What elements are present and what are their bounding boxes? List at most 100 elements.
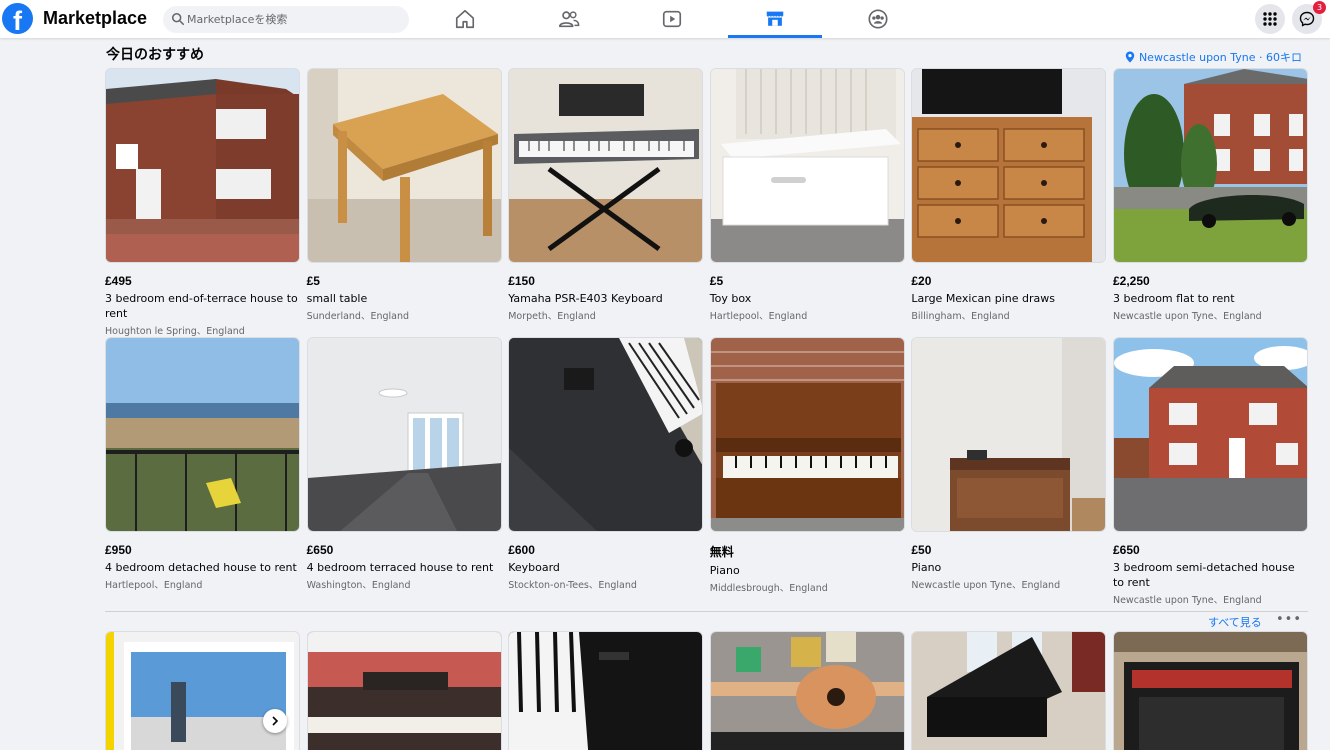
listing-title: 3 bedroom flat to rent: [1112, 292, 1235, 305]
chevron-right-icon: [272, 716, 279, 726]
listing-photo-ad-carousel[interactable]: [105, 631, 300, 750]
listing-title: 3 bedroom end-of-terrace house to rent: [105, 292, 298, 320]
listing-price: £650: [1112, 543, 1140, 557]
listing-location: Billingham、England: [911, 311, 1010, 322]
listing-photo-empty-room[interactable]: [306, 337, 502, 532]
listing-card[interactable]: [709, 631, 905, 750]
listing-card[interactable]: £650 4 bedroom terraced house to rent Wa…: [306, 337, 502, 606]
listing-title: 4 bedroom detached house to rent: [105, 561, 297, 574]
listing-card[interactable]: £950 4 bedroom detached house to rent Ha…: [105, 337, 300, 606]
listing-title: Toy box: [709, 292, 752, 305]
listing-photo-table[interactable]: [306, 68, 502, 263]
listing-title: Piano: [911, 561, 942, 574]
menu-button[interactable]: [1255, 4, 1285, 34]
listing-title: Large Mexican pine draws: [911, 292, 1055, 305]
listing-card[interactable]: [1112, 631, 1308, 750]
listing-card[interactable]: [911, 631, 1107, 750]
listing-card[interactable]: £2,250 3 bedroom flat to rent Newcastle …: [1112, 68, 1308, 337]
listing-photo-keyboard[interactable]: [508, 68, 704, 263]
listing-photo-house[interactable]: [105, 68, 300, 263]
listing-location: Hartlepool、England: [105, 580, 203, 591]
listing-photo-sea-view[interactable]: [105, 337, 300, 532]
nav-tab-friends[interactable]: [522, 0, 616, 38]
listing-location: Newcastle upon Tyne、England: [1112, 311, 1262, 322]
listing-location: Sunderland、England: [306, 311, 410, 322]
location-label[interactable]: Newcastle upon Tyne · 60キロ: [1139, 49, 1302, 65]
listing-card[interactable]: £600 Keyboard Stockton-on-Tees、England: [508, 337, 704, 606]
listing-price: £600: [508, 543, 535, 557]
home-icon: [455, 9, 475, 29]
listing-grid-row: £950 4 bedroom detached house to rent Ha…: [105, 337, 1308, 606]
listing-photo-ukulele[interactable]: [709, 631, 905, 750]
friends-icon: [559, 11, 580, 28]
listing-price: £150: [508, 274, 535, 288]
listing-card[interactable]: [508, 631, 704, 750]
listing-location: Newcastle upon Tyne、England: [1112, 595, 1262, 606]
listing-location: Stockton-on-Tees、England: [508, 580, 637, 591]
location-pin-icon: [1125, 51, 1135, 63]
see-all-link[interactable]: すべて見る: [1208, 614, 1262, 630]
listing-title: small table: [306, 292, 368, 305]
listing-location: Morpeth、England: [508, 311, 596, 322]
listing-card[interactable]: £20 Large Mexican pine draws Billingham、…: [911, 68, 1107, 337]
section-divider: [105, 611, 1308, 612]
listing-photo-piano-room[interactable]: [911, 337, 1107, 532]
listing-photo-digital-piano[interactable]: [306, 631, 502, 750]
facebook-logo-icon[interactable]: f: [2, 3, 33, 34]
messenger-icon: [1299, 11, 1315, 27]
listing-price: £495: [105, 274, 132, 288]
listing-location: Washington、England: [306, 580, 411, 591]
listing-price: £5: [709, 274, 724, 288]
listing-card[interactable]: [105, 631, 300, 750]
listing-title: Yamaha PSR-E403 Keyboard: [508, 292, 663, 305]
nav-tab-marketplace[interactable]: [728, 0, 822, 38]
listing-card[interactable]: £5 small table Sunderland、England: [306, 68, 502, 337]
listing-card[interactable]: £150 Yamaha PSR-E403 Keyboard Morpeth、En…: [508, 68, 704, 337]
grid-menu-icon: [1263, 12, 1277, 26]
listing-card[interactable]: £495 3 bedroom end-of-terrace house to r…: [105, 68, 300, 337]
listing-price: £2,250: [1112, 274, 1150, 288]
location-filter[interactable]: Newcastle upon Tyne · 60キロ: [1125, 49, 1302, 65]
nav-tab-watch[interactable]: [625, 0, 719, 38]
listing-card[interactable]: £5 Toy box Hartlepool、England: [709, 68, 905, 337]
listing-card[interactable]: £650 3 bedroom semi-detached house to re…: [1112, 337, 1308, 606]
carousel-next-button[interactable]: [263, 709, 287, 733]
listing-card[interactable]: 無料 Piano Middlesbrough、England: [709, 337, 905, 606]
watch-icon: [662, 10, 682, 28]
messenger-button[interactable]: 3: [1292, 1, 1326, 34]
listing-price: £5: [306, 274, 320, 288]
listing-price: £650: [306, 543, 334, 557]
listing-photo-keyboard-closeup[interactable]: [508, 337, 704, 532]
more-options-button[interactable]: •••: [1276, 612, 1302, 627]
listing-photo-toy-box[interactable]: [709, 68, 905, 263]
notification-badge: 3: [1313, 1, 1326, 14]
listing-card[interactable]: [306, 631, 502, 750]
listing-location: Newcastle upon Tyne、England: [911, 580, 1061, 591]
listing-photo-drawers[interactable]: [911, 68, 1107, 263]
listing-photo-upright-piano[interactable]: [709, 337, 905, 532]
listing-photo-flat[interactable]: [1112, 68, 1308, 263]
groups-icon: [868, 9, 888, 29]
listing-title: Keyboard: [508, 561, 560, 574]
listing-location: Middlesbrough、England: [709, 583, 828, 594]
search-icon: [171, 12, 185, 26]
listing-grid-row: £495 3 bedroom end-of-terrace house to r…: [105, 68, 1308, 337]
listing-photo-amplifier[interactable]: [1112, 631, 1308, 750]
listing-card[interactable]: £50 Piano Newcastle upon Tyne、England: [911, 337, 1107, 606]
section-title: 今日のおすすめ: [106, 47, 204, 63]
listing-title: 4 bedroom terraced house to rent: [306, 561, 494, 574]
listing-price: £20: [911, 274, 932, 288]
top-navigation-bar: f Marketplace Marketplaceを検索 3: [0, 0, 1330, 38]
nav-tab-home[interactable]: [418, 0, 512, 38]
listing-photo-grand-piano[interactable]: [911, 631, 1107, 750]
listing-photo-semi-detached[interactable]: [1112, 337, 1308, 532]
page-title: Marketplace: [43, 8, 148, 28]
search-input[interactable]: [187, 6, 403, 33]
search-box[interactable]: [163, 6, 409, 33]
listing-location: Houghton le Spring、England: [105, 326, 245, 337]
nav-tab-groups[interactable]: [831, 0, 925, 38]
listing-price: £950: [105, 543, 132, 557]
listing-title: 3 bedroom semi-detached house to rent: [1112, 561, 1295, 589]
listing-photo-stage-piano[interactable]: [508, 631, 704, 750]
marketplace-icon: [766, 11, 784, 26]
